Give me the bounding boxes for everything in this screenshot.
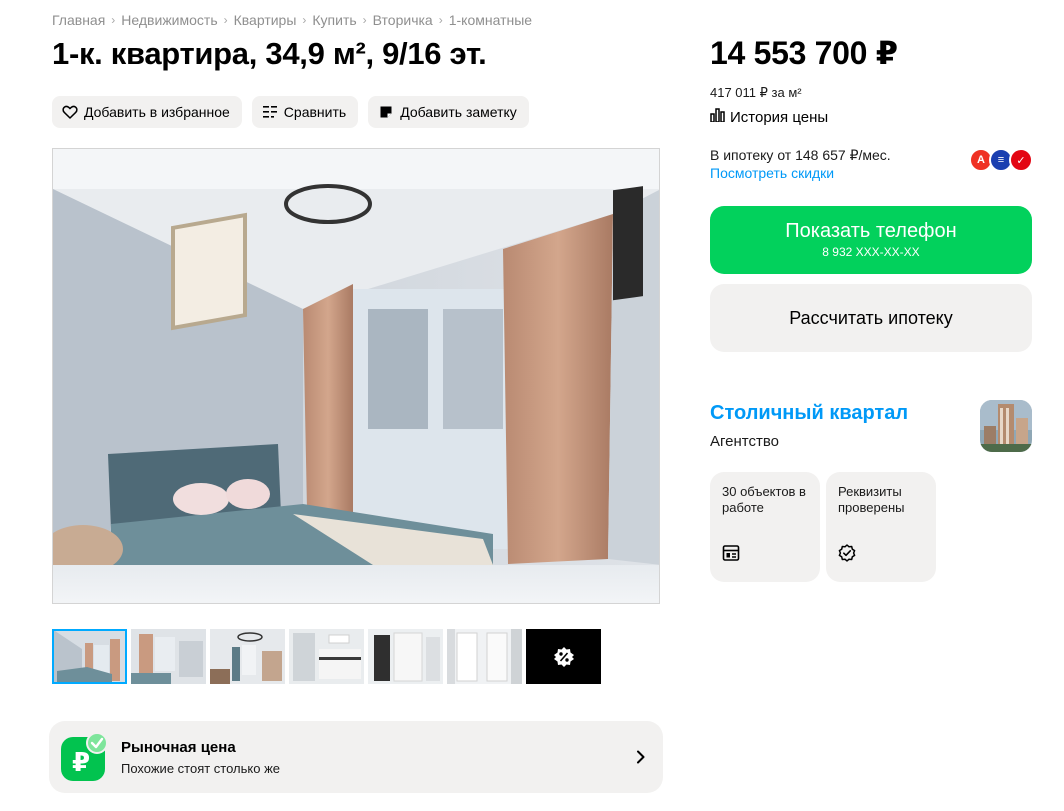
compare-label: Сравнить (283, 104, 347, 120)
market-price-card[interactable]: ₽ Рыночная цена Похожие стоят столько же (49, 721, 663, 793)
price-history-link[interactable]: История цены (710, 108, 828, 126)
bedroom-photo (53, 149, 659, 603)
chevron-right-icon (629, 745, 653, 769)
breadcrumb-separator-icon: › (223, 13, 228, 27)
breadcrumb-separator-icon: › (438, 13, 443, 27)
note-icon (378, 104, 394, 120)
breadcrumb: Главная › Недвижимость › Квартиры › Купи… (52, 12, 532, 28)
thumbnail-4[interactable] (289, 629, 364, 684)
bar-chart-icon (710, 108, 725, 126)
price-per-meter: 417 011 ₽ за м² (710, 85, 802, 100)
bank-logo-red-icon: ✓ (1009, 148, 1033, 172)
market-price-title: Рыночная цена (121, 738, 236, 756)
breadcrumb-item-buy[interactable]: Купить (312, 12, 356, 28)
thumbnail-2[interactable] (131, 629, 206, 684)
show-phone-button[interactable]: Показать телефон 8 932 XXX-XX-XX (710, 206, 1032, 274)
main-photo[interactable] (52, 148, 660, 604)
breadcrumb-item-one-room[interactable]: 1-комнатные (449, 12, 532, 28)
breadcrumb-item-apartments[interactable]: Квартиры (234, 12, 297, 28)
breadcrumb-separator-icon: › (302, 13, 307, 27)
thumbnail-1[interactable] (52, 629, 127, 684)
breadcrumb-item-realty[interactable]: Недвижимость (121, 12, 217, 28)
seller-badge-verified-text: Реквизиты проверены (838, 484, 905, 515)
calculate-mortgage-button[interactable]: Рассчитать ипотеку (710, 284, 1032, 352)
seller-avatar[interactable] (980, 400, 1032, 452)
breadcrumb-separator-icon: › (111, 13, 116, 27)
price-total: 14 553 700 ₽ (710, 35, 898, 71)
add-note-button[interactable]: Добавить заметку (368, 96, 529, 128)
svg-text:₽: ₽ (72, 748, 90, 778)
compare-button[interactable]: Сравнить (251, 96, 359, 128)
breadcrumb-item-home[interactable]: Главная (52, 12, 105, 28)
photo-thumbnails (52, 629, 601, 684)
breadcrumb-item-secondary[interactable]: Вторичка (373, 12, 433, 28)
heart-icon (62, 104, 78, 120)
partner-banks: А ≡ ✓ (969, 148, 1033, 172)
mortgage-monthly-text: В ипотеку от 148 657 ₽/мес. (710, 147, 891, 163)
seller-type: Агентство (710, 433, 779, 450)
discount-badge-icon (553, 646, 575, 668)
seller-badge-objects-text: 30 объектов в работе (722, 484, 806, 515)
view-discounts-link[interactable]: Посмотреть скидки (710, 165, 834, 181)
thumbnail-3[interactable] (210, 629, 285, 684)
thumbnail-6[interactable] (447, 629, 522, 684)
thumbnail-more-photos[interactable] (526, 629, 601, 684)
add-to-favorites-label: Добавить в избранное (84, 104, 230, 120)
add-to-favorites-button[interactable]: Добавить в избранное (52, 96, 242, 128)
seller-name-link[interactable]: Столичный квартал (710, 402, 908, 425)
show-phone-label: Показать телефон (785, 220, 957, 242)
phone-masked: 8 932 XXX-XX-XX (822, 245, 920, 259)
seller-badge-verified: Реквизиты проверены (826, 472, 936, 582)
price-history-label: История цены (730, 108, 829, 126)
ruble-shield-icon: ₽ (61, 732, 109, 781)
thumbnail-5[interactable] (368, 629, 443, 684)
listing-actions: Добавить в избранное Сравнить Добавить з… (52, 96, 529, 128)
seller-badge-objects: 30 объектов в работе (710, 472, 820, 582)
breadcrumb-separator-icon: › (362, 13, 367, 27)
verified-check-icon (838, 544, 856, 566)
page-title: 1-к. квартира, 34,9 м², 9/16 эт. (52, 36, 487, 71)
listing-icon (722, 544, 740, 566)
market-price-subtitle: Похожие стоят столько же (121, 760, 281, 776)
compare-icon (262, 104, 278, 120)
add-note-label: Добавить заметку (400, 104, 517, 120)
